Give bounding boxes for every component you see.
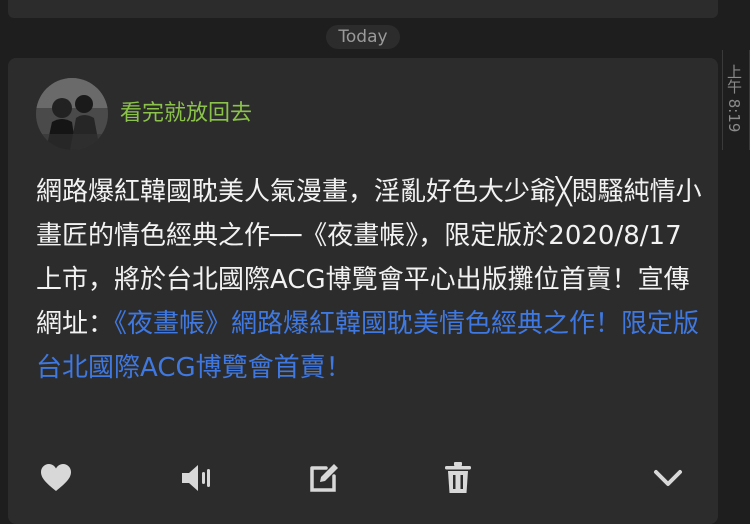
speaker-icon bbox=[182, 465, 210, 491]
delete-button[interactable] bbox=[436, 456, 480, 500]
speak-button[interactable] bbox=[174, 456, 218, 500]
trash-icon bbox=[445, 462, 471, 493]
avatar-photo-icon bbox=[36, 78, 108, 150]
avatar[interactable] bbox=[36, 78, 108, 150]
message-link[interactable]: 《夜畫帳》網路爆紅韓國耽美情色經典之作！限定版台北國際ACG博覽會首賣！ bbox=[36, 309, 699, 383]
message-text: 網路爆紅韓國耽美人氣漫畫，淫亂好色大少爺╳悶騷純情小畫匠的情色經典之作──《夜畫… bbox=[36, 170, 706, 390]
message-card: 看完就放回去 網路爆紅韓國耽美人氣漫畫，淫亂好色大少爺╳悶騷純情小畫匠的情色經典… bbox=[8, 58, 718, 524]
expand-button[interactable] bbox=[646, 456, 690, 500]
chevron-down-icon bbox=[654, 470, 682, 486]
like-button[interactable] bbox=[34, 456, 78, 500]
action-bar bbox=[8, 456, 718, 500]
edit-button[interactable] bbox=[302, 456, 346, 500]
heart-icon bbox=[41, 464, 71, 491]
date-divider: Today bbox=[326, 25, 400, 49]
edit-icon bbox=[310, 464, 338, 492]
sender-name[interactable]: 看完就放回去 bbox=[120, 99, 252, 129]
previous-message-card bbox=[8, 0, 718, 18]
message-timestamp: 上午 8:19 bbox=[725, 64, 743, 133]
